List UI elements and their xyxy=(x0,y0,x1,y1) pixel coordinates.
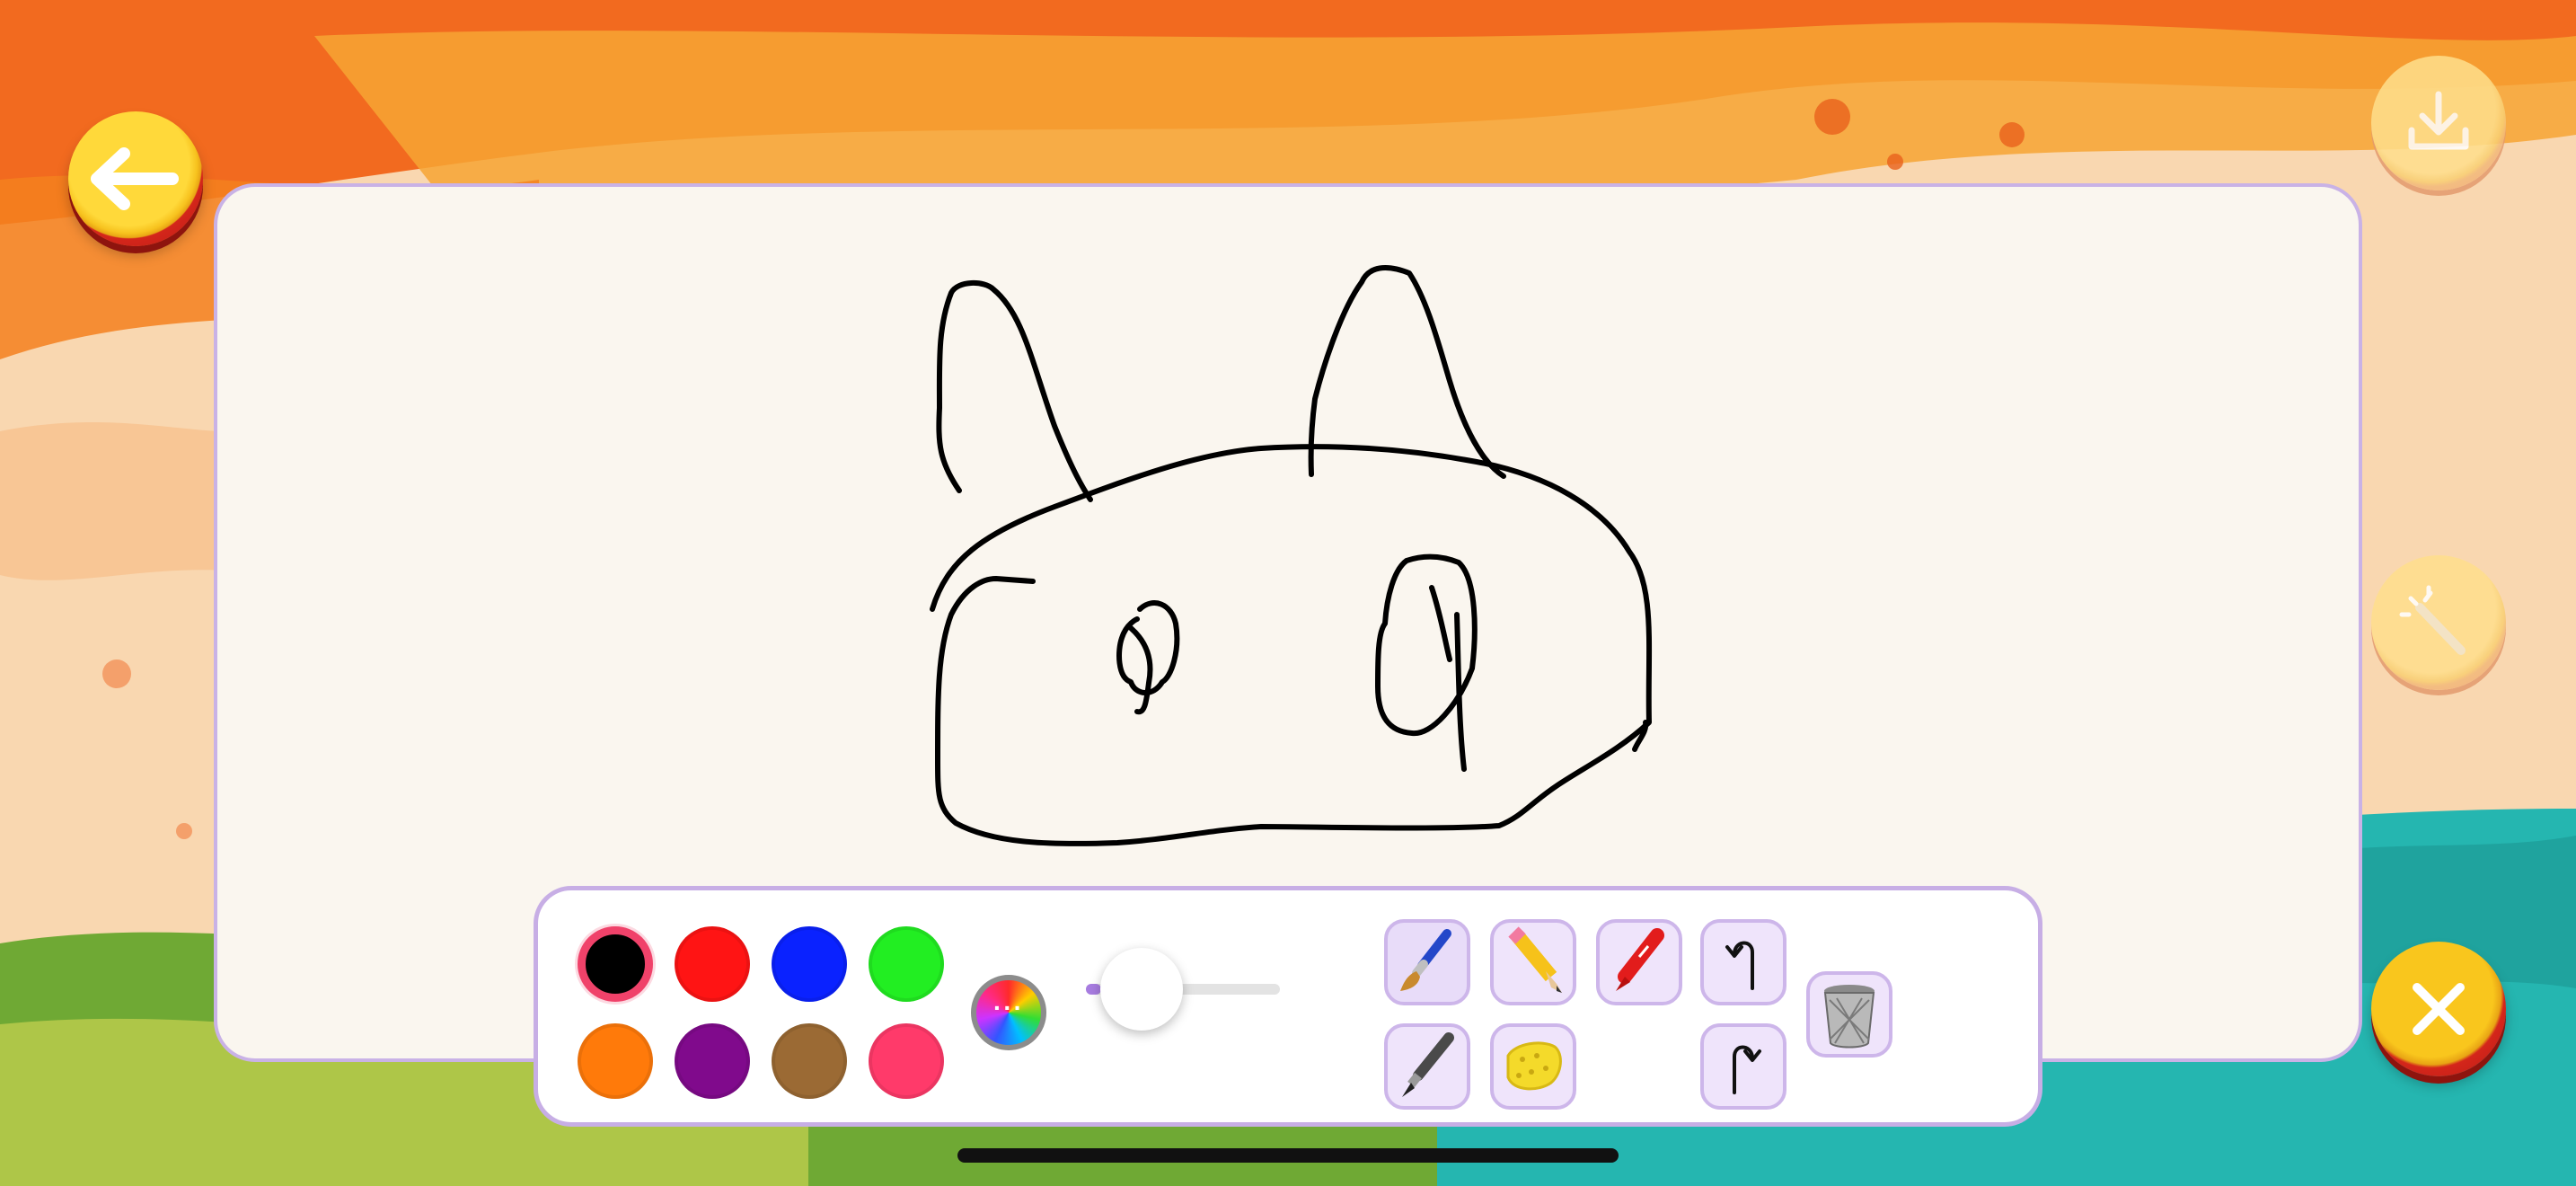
magic-wand-icon xyxy=(2399,585,2466,655)
sponge-tool-button[interactable] xyxy=(1490,1023,1576,1110)
crayon-icon xyxy=(1616,928,1664,991)
pen-tool-button[interactable] xyxy=(1384,1023,1470,1110)
clear-canvas-button[interactable] xyxy=(1806,971,1892,1058)
color-swatch-green[interactable] xyxy=(869,926,944,1002)
arrow-left-icon xyxy=(91,147,179,210)
undo-icon xyxy=(1725,941,1754,990)
download-button[interactable] xyxy=(2371,56,2506,190)
trash-icon xyxy=(1823,985,1875,1049)
sponge-icon xyxy=(1506,1041,1562,1091)
redo-icon xyxy=(1733,1045,1761,1094)
color-swatch-blue[interactable] xyxy=(772,926,847,1002)
download-icon xyxy=(2408,91,2469,150)
back-button[interactable] xyxy=(68,111,203,246)
color-picker-button[interactable]: ··· xyxy=(971,975,1046,1050)
crayon-tool-button[interactable] xyxy=(1596,919,1682,1005)
color-swatch-black[interactable] xyxy=(578,926,653,1002)
color-wheel-icon: ··· xyxy=(993,994,1024,1022)
color-swatch-red[interactable] xyxy=(675,926,750,1002)
pencil-tool-button[interactable] xyxy=(1490,919,1576,1005)
paintbrush-icon xyxy=(1400,929,1451,991)
redo-button[interactable] xyxy=(1700,1023,1786,1110)
brush-size-knob[interactable] xyxy=(1100,948,1183,1031)
undo-button[interactable] xyxy=(1700,919,1786,1005)
close-button[interactable] xyxy=(2371,942,2506,1076)
color-swatch-orange[interactable] xyxy=(578,1023,653,1099)
pen-icon xyxy=(1402,1032,1454,1097)
brush-size-slider[interactable] xyxy=(1086,948,1280,1031)
magic-wand-button[interactable] xyxy=(2371,555,2506,690)
color-swatch-pink[interactable] xyxy=(869,1023,944,1099)
color-swatch-brown[interactable] xyxy=(772,1023,847,1099)
brush-size-fill xyxy=(1086,984,1102,995)
pencil-icon xyxy=(1508,926,1562,993)
brush-tool-button[interactable] xyxy=(1384,919,1470,1005)
home-indicator xyxy=(957,1148,1619,1163)
drawing-toolbar: ··· xyxy=(534,886,2042,1127)
color-swatch-purple[interactable] xyxy=(675,1023,750,1099)
close-icon xyxy=(2413,983,2465,1035)
